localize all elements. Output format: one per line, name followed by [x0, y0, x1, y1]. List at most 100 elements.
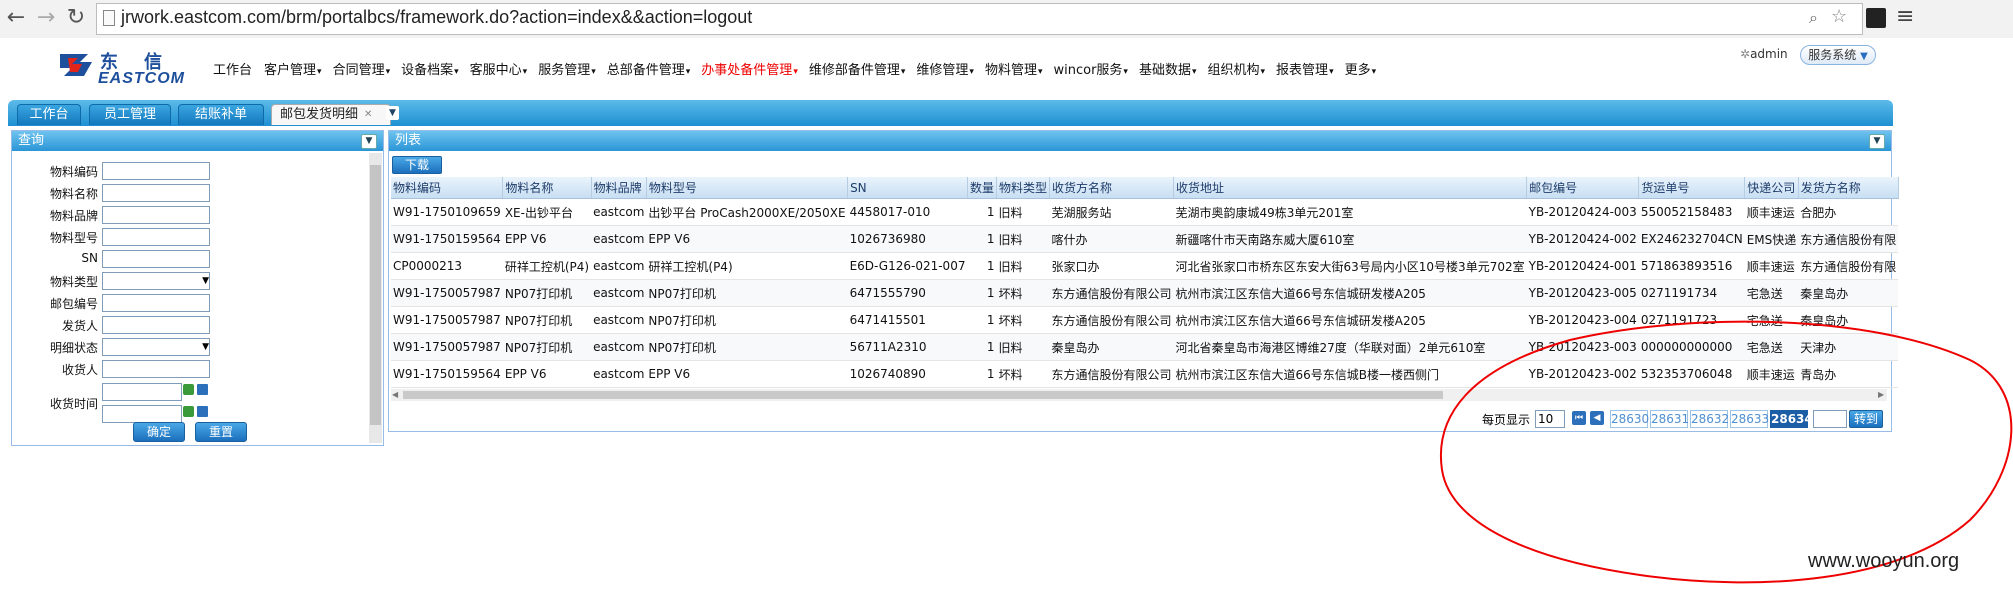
table-cell: 1	[967, 279, 997, 307]
text-input[interactable]	[102, 162, 210, 180]
refresh-icon[interactable]	[183, 406, 194, 417]
column-header[interactable]: 物料编码	[391, 177, 504, 199]
date-input[interactable]	[102, 383, 182, 401]
table-cell: 571863893516	[1638, 252, 1745, 280]
close-icon[interactable]: ✕	[364, 105, 372, 125]
menu-item[interactable]: wincor服务	[1053, 59, 1127, 78]
column-header[interactable]: 物料类型	[996, 177, 1051, 199]
table-cell: 河北省张家口市桥东区东安大街63号局内小区10号楼3单元702室	[1173, 252, 1527, 280]
menu-item[interactable]: 合同管理	[333, 59, 391, 78]
table-cell: 坏料	[996, 360, 1050, 388]
reset-button[interactable]: 重置	[195, 422, 247, 442]
table-row[interactable]: CP0000213 研祥工控机(P4) eastcom 研祥工控机(P4) E6D-G1…	[391, 252, 1899, 280]
table-cell: 东方通信股份有限公司	[1049, 306, 1174, 334]
column-header[interactable]: 货运单号	[1638, 177, 1746, 199]
table-cell: 东方通信股份有限公司	[1049, 279, 1174, 307]
scrollbar-thumb[interactable]	[370, 165, 381, 425]
calendar-icon[interactable]	[197, 384, 208, 395]
scroll-left-icon[interactable]: ◀	[392, 390, 398, 399]
menu-item[interactable]: 总部备件管理	[607, 59, 691, 78]
menu-item[interactable]: 客户管理	[264, 59, 322, 78]
table-cell: W91-1750057987	[391, 279, 503, 307]
tab-parcel-detail[interactable]: 邮包发货明细 ✕	[271, 104, 391, 125]
table-cell: 坏料	[996, 306, 1050, 334]
menu-item[interactable]: 更多	[1345, 59, 1377, 78]
column-header[interactable]: 物料品牌	[591, 177, 647, 199]
menu-item[interactable]: 服务管理	[538, 59, 596, 78]
forward-arrow-icon[interactable]: →	[32, 4, 60, 32]
text-input[interactable]	[102, 250, 210, 268]
menu-item[interactable]: 基础数据	[1139, 59, 1197, 78]
column-header[interactable]: 邮包编号	[1526, 177, 1640, 199]
tab-workbench[interactable]: 工作台	[17, 104, 81, 125]
menu-item[interactable]: 维修部备件管理	[809, 59, 906, 78]
tab-staff[interactable]: 员工管理	[89, 104, 171, 125]
address-bar[interactable]: jrwork.eastcom.com/brm/portalbcs/framewo…	[96, 3, 1863, 35]
date-input[interactable]	[102, 405, 182, 423]
scrollbar-thumb[interactable]	[403, 391, 1443, 399]
table-row[interactable]: W91-1750057987 NP07打印机 eastcom NP07打印机 64715…	[391, 279, 1899, 307]
field-label: 物料名称	[49, 187, 98, 201]
download-button[interactable]: 下载	[392, 156, 442, 174]
column-header[interactable]: 收货方名称	[1049, 177, 1175, 199]
text-input[interactable]	[102, 294, 210, 312]
zoom-icon[interactable]: ⌕	[1809, 8, 1818, 28]
select-field[interactable]: ▼	[102, 338, 210, 356]
vertical-scrollbar[interactable]	[369, 153, 382, 443]
table-row[interactable]: W91-1750109659 XE-出钞平台 eastcom 出钞平台 ProCash…	[391, 198, 1899, 226]
collapse-icon[interactable]: ▼	[361, 134, 377, 149]
tab-label: 员工管理	[103, 107, 156, 122]
text-input[interactable]	[102, 184, 210, 202]
table-cell: eastcom	[591, 333, 647, 361]
column-header[interactable]: SN	[847, 177, 968, 199]
menu-item[interactable]: 设备档案	[401, 59, 459, 78]
reload-icon[interactable]: ↻	[62, 4, 90, 32]
field-label: 邮包编号	[49, 297, 98, 311]
column-header[interactable]: 物料型号	[646, 177, 849, 199]
text-input[interactable]	[102, 360, 210, 378]
extension-icon[interactable]	[1866, 8, 1886, 28]
back-arrow-icon[interactable]: ←	[2, 4, 30, 32]
menu-item[interactable]: 组织机构	[1208, 59, 1266, 78]
column-header[interactable]: 快递公司	[1744, 177, 1799, 199]
text-input[interactable]	[102, 316, 210, 334]
query-panel: 查询 ▼ 物料编码 物料名称 物料品牌 物料型号 SN 物料类型 ▼ 邮包编号 发货人 明细状态…	[11, 130, 384, 446]
table-cell: 1	[967, 225, 997, 253]
table-row[interactable]: W91-1750159564 EPP V6 eastcom EPP V6 1026736…	[391, 225, 1899, 253]
bookmark-star-icon[interactable]: ☆	[1831, 6, 1847, 27]
user-info[interactable]: ✲admin	[1740, 47, 1788, 61]
collapse-icon[interactable]: ▼	[1869, 134, 1885, 149]
calendar-icon[interactable]	[197, 406, 208, 417]
confirm-button[interactable]: 确定	[133, 422, 185, 442]
refresh-icon[interactable]	[183, 384, 194, 395]
text-input[interactable]	[102, 228, 210, 246]
menu-item[interactable]: 客服中心	[470, 59, 528, 78]
field-label: 收货时间	[49, 397, 98, 411]
table-cell: E6D-G126-021-007	[847, 252, 968, 280]
table-cell: eastcom	[591, 225, 647, 253]
column-header[interactable]: 数量	[967, 177, 997, 199]
table-cell: EMS快递	[1744, 225, 1799, 253]
column-header[interactable]: 收货地址	[1173, 177, 1528, 199]
query-panel-header: 查询	[12, 131, 383, 151]
column-header[interactable]: 发货方名称	[1798, 177, 1899, 199]
service-system-label: 服务系统	[1808, 48, 1857, 62]
menu-item[interactable]: 工作台	[213, 59, 253, 78]
table-cell: 东方通信股份有限	[1798, 252, 1899, 280]
table-cell: NP07打印机	[502, 333, 592, 361]
menu-item[interactable]: 办事处备件管理	[701, 59, 798, 78]
column-header[interactable]: 物料名称	[502, 177, 592, 199]
text-input[interactable]	[102, 206, 210, 224]
select-field[interactable]: ▼	[102, 272, 210, 290]
table-cell: 1	[967, 306, 997, 334]
table-cell: 喀什办	[1049, 225, 1174, 253]
table-cell: 56711A2310	[847, 333, 968, 361]
tab-settlement[interactable]: 结账补单	[178, 104, 264, 125]
service-system-dropdown[interactable]: 服务系统 ▼	[1800, 45, 1876, 65]
menu-item[interactable]: 物料管理	[985, 59, 1043, 78]
menu-item[interactable]: 维修管理	[916, 59, 974, 78]
table-cell: 研祥工控机(P4)	[646, 252, 848, 280]
tab-list-chevron-icon[interactable]: ▼	[386, 106, 399, 120]
menu-item[interactable]: 报表管理	[1276, 59, 1334, 78]
menu-icon[interactable]: ≡	[1896, 4, 1914, 29]
